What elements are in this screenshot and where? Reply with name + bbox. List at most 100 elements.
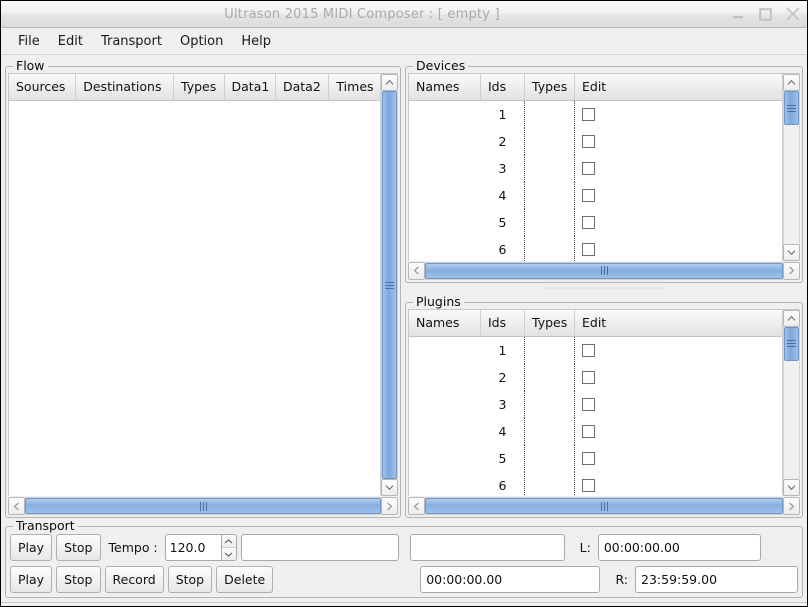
plugins-edit-checkbox[interactable] (582, 343, 595, 357)
flow-scroll-left-icon[interactable] (8, 497, 25, 516)
plugins-edit-checkbox[interactable] (582, 370, 595, 384)
table-row[interactable]: 3 (409, 155, 782, 182)
record-stop-button[interactable]: Stop (56, 566, 101, 594)
flow-scroll-down-icon[interactable] (381, 479, 398, 497)
plugins-table-body[interactable]: 1 2 3 4 5 6 (409, 336, 782, 497)
plugins-horizontal-scrollbar[interactable] (408, 497, 800, 516)
tempo-increment-icon[interactable] (221, 535, 236, 548)
record-play-button[interactable]: Play (10, 566, 53, 594)
stop-button[interactable]: Stop (56, 534, 101, 562)
table-row[interactable]: 4 (409, 417, 782, 445)
menu-item-edit[interactable]: Edit (49, 31, 92, 52)
devices-vscroll-track[interactable] (783, 91, 800, 244)
plugins-column-types[interactable]: Types (525, 309, 575, 336)
devices-edit-checkbox[interactable] (582, 216, 595, 229)
plugins-edit-checkbox[interactable] (582, 397, 595, 411)
devices-cell-id: 4 (481, 182, 525, 209)
flow-scroll-right-icon[interactable] (381, 497, 398, 516)
plugins-edit-checkbox[interactable] (582, 451, 595, 465)
devices-edit-checkbox[interactable] (582, 108, 595, 121)
transport-field-a[interactable] (240, 534, 399, 562)
maximize-icon[interactable] (757, 6, 774, 23)
flow-horizontal-scrollbar[interactable] (8, 497, 398, 516)
table-row[interactable]: 5 (409, 444, 782, 472)
table-row[interactable]: 5 (409, 209, 782, 236)
flow-vscroll-track[interactable] (381, 91, 398, 480)
devices-horizontal-scrollbar[interactable] (408, 261, 800, 280)
devices-edit-checkbox[interactable] (582, 189, 595, 202)
flow-vscroll-thumb[interactable] (382, 91, 397, 480)
devices-table-body[interactable]: 1 2 3 4 5 6 (409, 101, 782, 261)
devices-hscroll-thumb[interactable] (425, 262, 783, 279)
position-input[interactable] (420, 566, 601, 594)
devices-edit-checkbox[interactable] (582, 135, 595, 148)
plugins-scroll-up-icon[interactable] (783, 309, 800, 327)
table-row[interactable]: 2 (409, 128, 782, 155)
devices-cell-name (409, 101, 481, 128)
tempo-decrement-icon[interactable] (221, 547, 236, 561)
delete-button[interactable]: Delete (216, 566, 274, 594)
devices-scroll-left-icon[interactable] (408, 261, 425, 280)
devices-vscroll-thumb[interactable] (784, 91, 799, 125)
table-row[interactable]: 1 (409, 101, 782, 128)
menu-item-file[interactable]: File (9, 31, 49, 52)
flow-column-destinations[interactable]: Destinations (76, 74, 175, 100)
devices-column-edit[interactable]: Edit (575, 74, 782, 100)
devices-scroll-right-icon[interactable] (783, 261, 800, 280)
flow-column-types[interactable]: Types (174, 74, 225, 100)
devices-vertical-scrollbar[interactable] (782, 74, 800, 261)
table-row[interactable]: 6 (409, 236, 782, 261)
flow-table-body[interactable] (9, 101, 380, 497)
transport-field-b[interactable] (409, 534, 565, 562)
devices-scroll-up-icon[interactable] (783, 74, 800, 91)
plugins-column-ids[interactable]: Ids (481, 309, 525, 336)
record-stop2-button[interactable]: Stop (167, 566, 213, 594)
flow-hscroll-track[interactable] (25, 497, 381, 516)
close-icon[interactable] (784, 6, 801, 23)
table-row[interactable]: 6 (409, 471, 782, 497)
devices-edit-checkbox[interactable] (582, 162, 595, 175)
plugins-scroll-right-icon[interactable] (783, 497, 800, 516)
flow-scroll-up-icon[interactable] (381, 74, 398, 91)
devices-column-names[interactable]: Names (409, 74, 481, 100)
table-row[interactable]: 4 (409, 182, 782, 209)
devices-plugins-splitter[interactable] (405, 283, 803, 294)
flow-column-data1[interactable]: Data1 (225, 74, 276, 100)
plugins-column-edit[interactable]: Edit (575, 310, 782, 336)
right-marker-input[interactable] (635, 566, 798, 594)
flow-vertical-scrollbar[interactable] (380, 74, 398, 497)
devices-column-types[interactable]: Types (525, 74, 575, 100)
plugins-vscroll-track[interactable] (783, 326, 800, 480)
plugins-edit-checkbox[interactable] (582, 478, 595, 492)
tempo-stepper-buttons[interactable] (220, 534, 237, 562)
table-row[interactable]: 1 (409, 336, 782, 364)
menu-item-option[interactable]: Option (171, 31, 232, 52)
plugins-edit-checkbox[interactable] (582, 424, 595, 438)
menu-item-help[interactable]: Help (232, 31, 280, 52)
tempo-stepper[interactable] (164, 534, 237, 562)
plugins-scroll-down-icon[interactable] (783, 479, 800, 497)
plugins-cell-name (409, 418, 481, 445)
devices-edit-checkbox[interactable] (582, 243, 595, 256)
table-row[interactable]: 3 (409, 390, 782, 418)
plugins-hscroll-track[interactable] (425, 497, 783, 516)
plugins-column-names[interactable]: Names (409, 309, 481, 336)
flow-column-times[interactable]: Times (329, 74, 380, 100)
record-button[interactable]: Record (104, 566, 164, 594)
menu-item-transport[interactable]: Transport (92, 31, 171, 52)
flow-column-sources[interactable]: Sources (9, 74, 77, 100)
plugins-vertical-scrollbar[interactable] (782, 309, 800, 497)
plugins-vscroll-thumb[interactable] (784, 326, 799, 361)
devices-hscroll-track[interactable] (425, 261, 783, 280)
flow-hscroll-thumb[interactable] (25, 498, 381, 515)
flow-column-data2[interactable]: Data2 (276, 74, 330, 100)
tempo-input[interactable] (164, 534, 221, 562)
devices-column-ids[interactable]: Ids (481, 74, 525, 100)
play-button[interactable]: Play (10, 534, 53, 562)
left-marker-input[interactable] (597, 534, 761, 562)
table-row[interactable]: 2 (409, 363, 782, 391)
plugins-hscroll-thumb[interactable] (425, 498, 783, 515)
minimize-icon[interactable] (730, 6, 747, 23)
devices-scroll-down-icon[interactable] (783, 243, 800, 261)
plugins-scroll-left-icon[interactable] (408, 497, 425, 516)
